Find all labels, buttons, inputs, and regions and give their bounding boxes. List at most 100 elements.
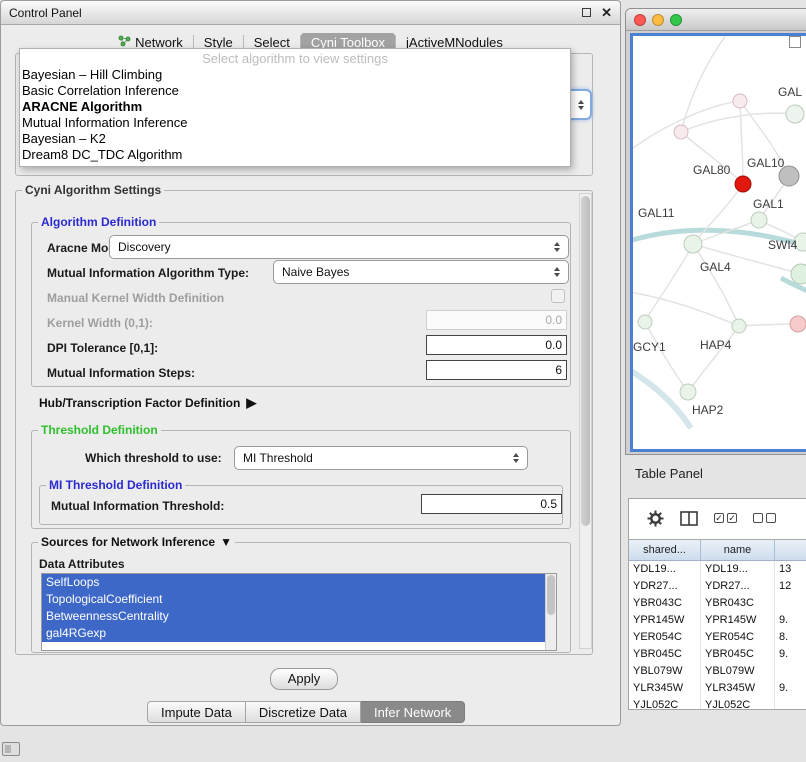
settings-scrollbar[interactable] bbox=[579, 193, 592, 649]
table-cell: YDR27... bbox=[629, 578, 701, 595]
columns-icon[interactable] bbox=[680, 511, 698, 526]
apply-button[interactable]: Apply bbox=[270, 668, 338, 690]
table-row[interactable]: YER054CYER054C8. bbox=[629, 629, 806, 646]
table-cell: YDL19... bbox=[701, 561, 775, 578]
collapse-down-icon[interactable]: ▼ bbox=[220, 535, 232, 549]
algorithm-option[interactable]: Bayesian – K2 bbox=[20, 131, 570, 147]
table-cell bbox=[775, 697, 806, 710]
float-window-icon[interactable] bbox=[582, 8, 591, 17]
attribute-item[interactable]: gal4RGexp bbox=[42, 625, 546, 642]
table-cell: 13 bbox=[775, 561, 806, 578]
combo-stepper-icon bbox=[554, 267, 560, 277]
threshold-definition-title: Threshold Definition bbox=[41, 423, 158, 437]
network-canvas[interactable]: GALGAL80GAL10GAL11GAL1SWI4GAL4GCY1HAP4HA… bbox=[630, 33, 806, 452]
network-node-label: GAL11 bbox=[638, 206, 675, 220]
network-node-label: GAL1 bbox=[753, 197, 784, 211]
overview-box[interactable] bbox=[789, 36, 801, 48]
network-node[interactable] bbox=[751, 212, 767, 228]
sources-title: Sources for Network Inference bbox=[41, 535, 215, 549]
attribute-list-scrollbar[interactable] bbox=[545, 574, 556, 650]
table-cell: 9. bbox=[775, 612, 806, 629]
network-node[interactable] bbox=[732, 319, 746, 333]
network-node[interactable] bbox=[638, 315, 652, 329]
restore-panel-icon[interactable] bbox=[2, 742, 20, 756]
table-row[interactable]: YBL079WYBL079W bbox=[629, 663, 806, 680]
algorithm-option[interactable]: Dream8 DC_TDC Algorithm bbox=[20, 147, 570, 163]
aracne-mode-combobox[interactable]: Discovery bbox=[109, 235, 569, 259]
network-node[interactable] bbox=[790, 316, 806, 332]
table-row[interactable]: YDR27...YDR27...12 bbox=[629, 578, 806, 595]
table-cell: YBL079W bbox=[701, 663, 775, 680]
algorithm-option[interactable]: Mutual Information Inference bbox=[20, 115, 570, 131]
table-row[interactable]: YBR045CYBR045C9. bbox=[629, 646, 806, 663]
traffic-light-minimize[interactable] bbox=[652, 14, 664, 26]
hub-definition-label: Hub/Transcription Factor Definition bbox=[39, 396, 240, 410]
table-cell: 8. bbox=[775, 629, 806, 646]
mi-threshold-input[interactable] bbox=[421, 494, 562, 514]
network-node[interactable] bbox=[733, 94, 747, 108]
clear-all-checks-icon[interactable] bbox=[753, 513, 776, 523]
table-cell: YJL052C bbox=[629, 697, 701, 710]
attribute-item[interactable]: SelfLoops bbox=[42, 574, 546, 591]
network-edge bbox=[740, 101, 743, 184]
dpi-tolerance-input[interactable] bbox=[426, 335, 567, 355]
bottom-tab-discretize-data[interactable]: Discretize Data bbox=[246, 701, 361, 723]
network-node[interactable] bbox=[674, 125, 688, 139]
kernel-width-label: Kernel Width (0,1): bbox=[47, 316, 153, 330]
table-panel-title: Table Panel bbox=[635, 466, 703, 481]
traffic-light-zoom[interactable] bbox=[670, 14, 682, 26]
attribute-list[interactable]: SelfLoopsTopologicalCoefficientBetweenne… bbox=[41, 573, 557, 651]
mi-threshold-definition-title: MI Threshold Definition bbox=[49, 478, 182, 492]
mi-type-combobox[interactable]: Naive Bayes bbox=[273, 260, 569, 284]
algorithm-option[interactable]: ARACNE Algorithm bbox=[20, 99, 570, 115]
aracne-mode-value: Discovery bbox=[118, 240, 554, 254]
attribute-item[interactable]: BetweennessCentrality bbox=[42, 608, 546, 625]
table-cell bbox=[775, 595, 806, 612]
network-node[interactable] bbox=[684, 235, 702, 253]
network-node-label: GAL bbox=[778, 85, 802, 99]
algorithm-option[interactable]: Bayesian – Hill Climbing bbox=[20, 67, 570, 83]
traffic-light-close[interactable] bbox=[634, 14, 646, 26]
network-node[interactable] bbox=[680, 384, 696, 400]
table-column-header[interactable]: name bbox=[701, 540, 775, 560]
mi-threshold-label: Mutual Information Threshold: bbox=[51, 499, 224, 513]
table-row[interactable]: YJL052CYJL052C bbox=[629, 697, 806, 710]
algorithm-placeholder: Select algorithm to view settings bbox=[20, 51, 570, 67]
network-node-label: GCY1 bbox=[633, 340, 666, 354]
table-row[interactable]: YBR043CYBR043C bbox=[629, 595, 806, 612]
table-column-header[interactable]: shared... bbox=[629, 540, 701, 560]
table-column-header[interactable] bbox=[775, 540, 806, 560]
network-edge bbox=[681, 36, 733, 132]
network-node[interactable] bbox=[786, 105, 804, 123]
control-panel-titlebar: Control Panel ✕ bbox=[1, 1, 620, 25]
mi-steps-input[interactable] bbox=[426, 360, 567, 380]
table-cell: 9. bbox=[775, 646, 806, 663]
close-icon[interactable]: ✕ bbox=[601, 6, 612, 19]
which-threshold-combobox[interactable]: MI Threshold bbox=[234, 446, 528, 470]
network-edge bbox=[681, 113, 795, 132]
select-all-checks-icon[interactable]: ✓✓ bbox=[714, 513, 737, 523]
combo-stepper-icon bbox=[554, 242, 560, 252]
table-row[interactable]: YDL19...YDL19...13 bbox=[629, 561, 806, 578]
network-node-label: HAP4 bbox=[700, 338, 732, 352]
bottom-tab-infer-network[interactable]: Infer Network bbox=[361, 701, 465, 723]
table-row[interactable]: YLR345WYLR345W9. bbox=[629, 680, 806, 697]
table-cell: YBR045C bbox=[701, 646, 775, 663]
bottom-tab-impute-data[interactable]: Impute Data bbox=[147, 701, 246, 723]
network-node-label: GAL10 bbox=[747, 156, 785, 170]
table-cell: YDL19... bbox=[629, 561, 701, 578]
expand-right-icon: ▶ bbox=[246, 395, 256, 411]
table-row[interactable]: YPR145WYPR145W9. bbox=[629, 612, 806, 629]
hub-definition-expander[interactable]: Hub/Transcription Factor Definition ▶ bbox=[39, 395, 256, 411]
network-node[interactable] bbox=[735, 176, 751, 192]
table-header-row: shared...name bbox=[629, 539, 806, 561]
table-cell: YPR145W bbox=[701, 612, 775, 629]
kernel-width-input[interactable] bbox=[426, 310, 567, 330]
network-node[interactable] bbox=[791, 264, 806, 284]
gear-icon[interactable] bbox=[647, 510, 664, 527]
attribute-item[interactable]: TopologicalCoefficient bbox=[42, 591, 546, 608]
which-threshold-value: MI Threshold bbox=[243, 451, 513, 465]
manual-kernel-checkbox[interactable] bbox=[551, 289, 565, 303]
algorithm-definition-title: Algorithm Definition bbox=[41, 215, 156, 229]
algorithm-option[interactable]: Basic Correlation Inference bbox=[20, 83, 570, 99]
